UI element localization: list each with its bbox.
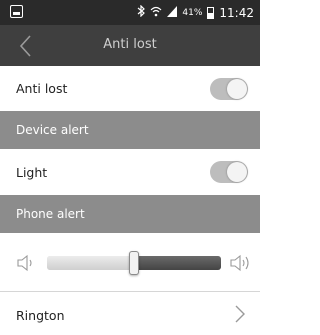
phone-alert-label: Phone alert [16, 207, 85, 221]
chevron-right-icon[interactable] [234, 304, 246, 324]
anti-lost-toggle[interactable] [210, 78, 248, 100]
anti-lost-row: Anti lost [0, 66, 260, 111]
screenshot-icon [10, 5, 23, 18]
volume-slider-thumb[interactable] [129, 251, 139, 275]
speaker-low-icon [16, 253, 38, 273]
clock: 11:42 [219, 5, 254, 20]
phone-alert-header: Phone alert [0, 195, 260, 233]
bluetooth-icon [137, 4, 146, 20]
device-alert-header: Device alert [0, 111, 260, 149]
light-label: Light [16, 165, 48, 180]
app-bar: Anti lost [0, 25, 260, 66]
speaker-high-icon [229, 253, 251, 273]
light-row: Light [0, 149, 260, 195]
status-icons: 41% 11:42 [137, 4, 254, 20]
ringtone-row[interactable]: Rington [0, 292, 260, 335]
wifi-icon [150, 6, 162, 20]
toggle-knob [227, 162, 247, 182]
page-title: Anti lost [103, 37, 157, 52]
ringtone-label: Rington [16, 308, 65, 323]
volume-slider-remaining [134, 256, 221, 270]
toggle-knob [227, 79, 247, 99]
battery-icon [207, 6, 215, 19]
signal-icon [167, 5, 178, 20]
battery-percent: 41% [182, 7, 203, 18]
anti-lost-label: Anti lost [16, 81, 68, 96]
light-toggle[interactable] [210, 161, 248, 183]
volume-slider-fill [47, 256, 134, 270]
device-alert-label: Device alert [16, 123, 89, 137]
status-bar: 41% 11:42 [0, 0, 260, 25]
